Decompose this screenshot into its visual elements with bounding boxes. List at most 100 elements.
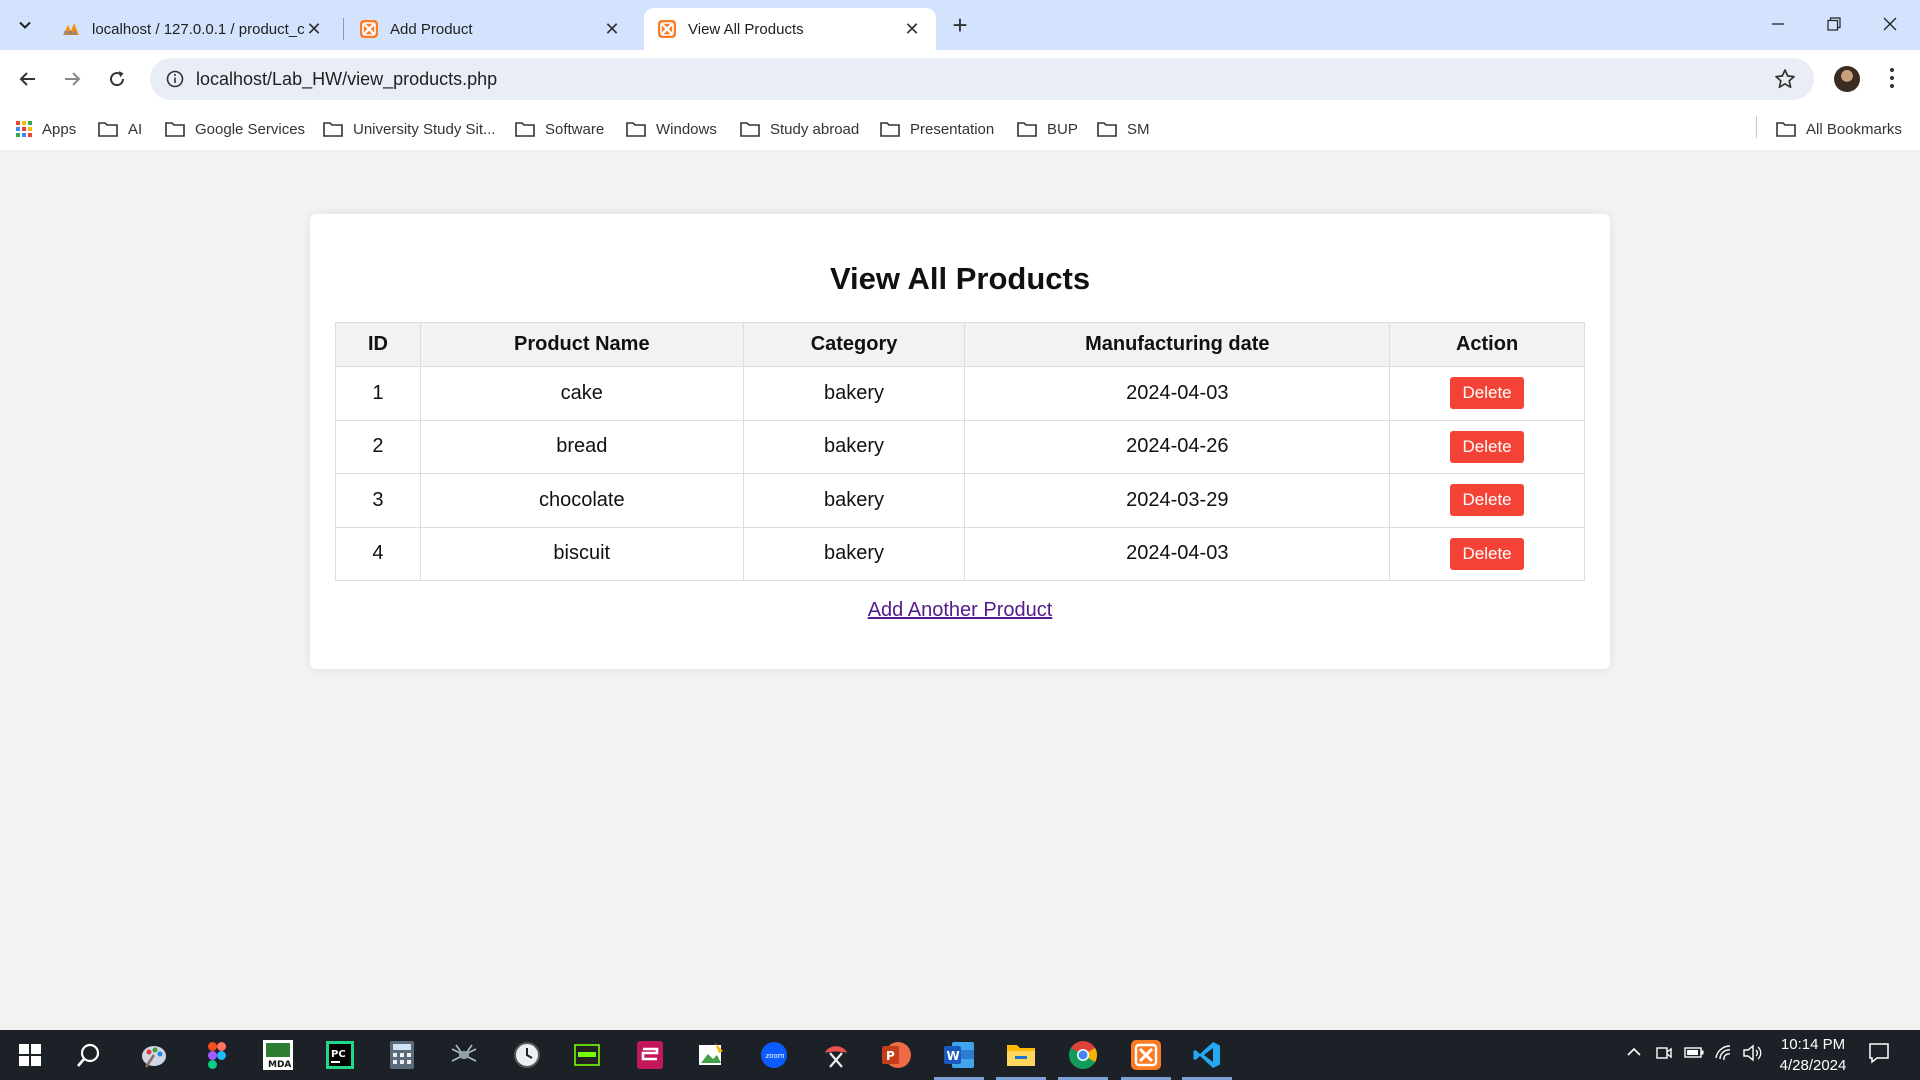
- pycharm-icon[interactable]: PC: [323, 1038, 357, 1072]
- folder-icon: [1097, 121, 1117, 137]
- image-editor-icon[interactable]: [694, 1038, 728, 1072]
- bookmark-label: Google Services: [195, 120, 306, 138]
- cell-product-name: bread: [419, 419, 744, 474]
- folder-icon: [740, 121, 760, 137]
- bookmark-label: All Bookmarks: [1806, 120, 1902, 138]
- folder-icon: [98, 121, 118, 137]
- address-bar[interactable]: localhost/Lab_HW/view_products.php: [150, 58, 1814, 100]
- clock-app-icon[interactable]: [510, 1038, 544, 1072]
- bookmark-folder-presentation[interactable]: Presentation: [880, 116, 994, 142]
- search-icon[interactable]: [72, 1038, 106, 1072]
- restore-button[interactable]: [1806, 0, 1862, 48]
- folder-icon: [1776, 121, 1796, 137]
- wifi-icon[interactable]: [1714, 1044, 1734, 1065]
- calculator-icon[interactable]: [385, 1038, 419, 1072]
- terminal-app-icon[interactable]: [570, 1038, 604, 1072]
- reload-icon: [110, 71, 125, 87]
- folder-icon: [515, 121, 535, 137]
- add-link-container: Add Another Product: [310, 599, 1610, 622]
- delete-button[interactable]: Delete: [1450, 377, 1524, 410]
- tab-search-button[interactable]: [8, 9, 42, 41]
- profile-avatar[interactable]: [1834, 66, 1860, 92]
- table-header-row: ID Product Name Category Manufacturing d…: [335, 322, 1585, 367]
- browser-toolbar: localhost/Lab_HW/view_products.php: [0, 50, 1920, 108]
- powerpoint-icon[interactable]: P: [880, 1038, 914, 1072]
- forward-button[interactable]: [54, 61, 90, 97]
- back-button[interactable]: [10, 61, 46, 97]
- cell-manufacturing-date: 2024-04-03: [964, 366, 1391, 421]
- minimize-button[interactable]: [1750, 0, 1806, 48]
- cell-manufacturing-date: 2024-04-26: [964, 419, 1391, 474]
- bookmark-folder-windows[interactable]: Windows: [626, 116, 717, 142]
- browser-menu-button[interactable]: [1880, 62, 1904, 94]
- clock-date: 4/28/2024: [1779, 1057, 1847, 1074]
- close-icon[interactable]: ✕: [602, 19, 622, 39]
- sublime-text-icon[interactable]: [633, 1038, 667, 1072]
- bookmark-folder-study-abroad[interactable]: Study abroad: [740, 116, 859, 142]
- all-bookmarks-button[interactable]: All Bookmarks: [1776, 116, 1902, 142]
- table-row: 3 chocolate bakery 2024-03-29 Delete: [335, 473, 1585, 528]
- cell-product-name: chocolate: [419, 473, 744, 528]
- delete-button[interactable]: Delete: [1450, 484, 1524, 517]
- xampp-icon: [658, 20, 676, 38]
- bookmark-folder-bup[interactable]: BUP: [1017, 116, 1078, 142]
- zoom-icon[interactable]: zoom: [757, 1038, 791, 1072]
- bookmark-label: SM: [1127, 120, 1150, 138]
- windows-start-icon[interactable]: [13, 1038, 47, 1072]
- bookmark-folder-university[interactable]: University Study Sit...: [323, 116, 496, 142]
- paint-app-icon[interactable]: [137, 1038, 171, 1072]
- column-header-category: Category: [742, 322, 966, 367]
- battery-icon[interactable]: [1684, 1044, 1704, 1063]
- reload-button[interactable]: [99, 61, 135, 97]
- delete-button[interactable]: Delete: [1450, 537, 1524, 570]
- tab-strip: PMA localhost / 127.0.0.1 / product_c ✕ …: [0, 0, 1920, 50]
- volume-icon[interactable]: [1742, 1044, 1762, 1065]
- cell-id: 3: [335, 473, 421, 528]
- chrome-icon[interactable]: [1066, 1038, 1100, 1072]
- bookmark-apps[interactable]: Apps: [16, 116, 76, 142]
- svg-text:W: W: [947, 1049, 960, 1063]
- mda-app-icon[interactable]: MDA: [261, 1038, 295, 1072]
- cell-id: 1: [335, 366, 421, 421]
- word-icon[interactable]: W: [942, 1038, 976, 1072]
- bookmark-star-icon[interactable]: [1774, 68, 1796, 95]
- close-icon: [1883, 17, 1897, 31]
- bookmark-folder-ai[interactable]: AI: [98, 116, 142, 142]
- bookmark-label: BUP: [1047, 120, 1078, 138]
- tab-add-product[interactable]: Add Product ✕: [346, 8, 636, 50]
- cell-product-name: biscuit: [419, 526, 744, 581]
- tab-phpmyadmin[interactable]: PMA localhost / 127.0.0.1 / product_c ✕: [48, 8, 338, 50]
- bookmark-folder-sm[interactable]: SM: [1097, 116, 1150, 142]
- arrow-left-icon: [19, 72, 35, 86]
- vscode-icon[interactable]: [1190, 1038, 1224, 1072]
- notifications-icon[interactable]: [1868, 1042, 1890, 1067]
- cell-manufacturing-date: 2024-03-29: [964, 473, 1391, 528]
- site-info-icon[interactable]: [154, 70, 196, 88]
- bookmarks-bar: Apps AI Google Services University Study…: [0, 108, 1920, 150]
- spider-app-icon[interactable]: [447, 1038, 481, 1072]
- file-explorer-icon[interactable]: [1004, 1038, 1038, 1072]
- bookmark-label: Presentation: [910, 120, 995, 138]
- bookmark-label: University Study Sit...: [353, 120, 496, 138]
- cell-category: bakery: [742, 473, 966, 528]
- tab-view-all-products[interactable]: View All Products ✕: [644, 8, 936, 50]
- taskbar: MDA PC zoom P W 10:14 PM 4/28/2024: [0, 1030, 1920, 1080]
- phpmyadmin-icon: PMA: [62, 20, 80, 38]
- close-window-button[interactable]: [1862, 0, 1918, 48]
- add-another-product-link[interactable]: Add Another Product: [868, 599, 1053, 621]
- delete-button[interactable]: Delete: [1450, 430, 1524, 463]
- xampp-taskbar-icon[interactable]: [1129, 1038, 1163, 1072]
- bookmark-folder-software[interactable]: Software: [515, 116, 604, 142]
- figma-icon[interactable]: [200, 1038, 234, 1072]
- bookmark-folder-google-services[interactable]: Google Services: [165, 116, 305, 142]
- cell-id: 4: [335, 526, 421, 581]
- tray-chevron-up-icon[interactable]: [1626, 1044, 1642, 1063]
- cell-category: bakery: [742, 366, 966, 421]
- xampp-icon: [360, 20, 378, 38]
- snipping-tool-icon[interactable]: [819, 1038, 853, 1072]
- new-tab-button[interactable]: +: [944, 10, 976, 40]
- meet-now-icon[interactable]: [1655, 1044, 1673, 1065]
- close-icon[interactable]: ✕: [902, 19, 922, 39]
- system-clock[interactable]: 10:14 PM 4/28/2024: [1768, 1034, 1858, 1076]
- close-icon[interactable]: ✕: [304, 19, 324, 39]
